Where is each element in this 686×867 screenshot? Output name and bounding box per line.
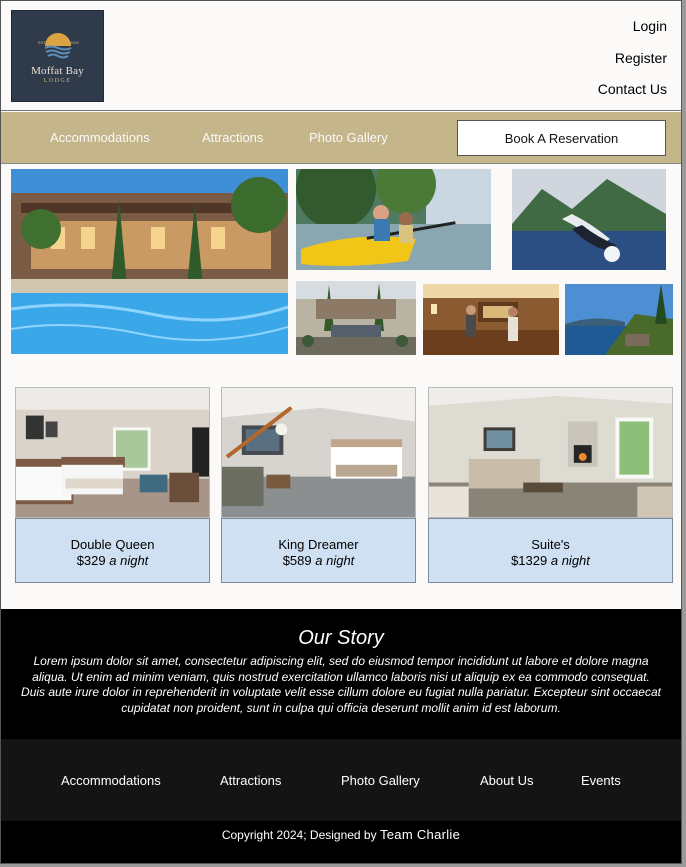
room-price: $589 bbox=[282, 553, 312, 568]
nav-photo-gallery[interactable]: Photo Gallery bbox=[309, 130, 388, 145]
footer-events[interactable]: Events bbox=[581, 773, 621, 788]
room-per-night: a night bbox=[550, 553, 590, 568]
king-dreamer-photo bbox=[221, 387, 416, 518]
team-name: Team Charlie bbox=[379, 827, 461, 842]
register-link[interactable]: Register bbox=[598, 49, 667, 81]
room-price: $329 bbox=[76, 553, 106, 568]
room-price: $1329 bbox=[511, 553, 548, 568]
courtyard-photo bbox=[296, 281, 416, 355]
room-per-night: a night bbox=[315, 553, 355, 568]
room-name: King Dreamer bbox=[278, 537, 359, 552]
book-reservation-button[interactable]: Book A Reservation bbox=[457, 120, 666, 156]
nav-accommodations[interactable]: Accommodations bbox=[50, 130, 150, 145]
suite-photo bbox=[428, 387, 673, 518]
double-queen-photo bbox=[15, 387, 210, 518]
logo-est-left: EST bbox=[38, 40, 46, 45]
room-name: Double Queen bbox=[70, 537, 155, 552]
room-card-suites[interactable]: Suite's $1329 a night bbox=[428, 518, 673, 583]
our-story-section: Our Story Lorem ipsum dolor sit amet, co… bbox=[1, 609, 681, 739]
footer-attractions[interactable]: Attractions bbox=[220, 773, 281, 788]
footer-photo-gallery[interactable]: Photo Gallery bbox=[341, 773, 420, 788]
moffat-bay-logo[interactable]: EST 2024 Moffat Bay LODGE bbox=[11, 10, 104, 102]
contact-us-link[interactable]: Contact Us bbox=[598, 80, 667, 112]
room-name: Suite's bbox=[531, 537, 570, 552]
page: EST 2024 Moffat Bay LODGE Login Register… bbox=[0, 0, 682, 864]
logo-subtitle: LODGE bbox=[43, 77, 72, 84]
copyright-text: Copyright 2024; Designed by bbox=[221, 828, 377, 842]
room-card-king-dreamer[interactable]: King Dreamer $589 a night bbox=[221, 518, 416, 583]
login-link[interactable]: Login bbox=[598, 17, 667, 49]
logo-est-right: 2024 bbox=[70, 40, 80, 45]
lake-view-photo bbox=[565, 284, 673, 355]
room-price-line: $329 a night bbox=[16, 553, 209, 569]
room-card-double-queen[interactable]: Double Queen $329 a night bbox=[15, 518, 210, 583]
copyright-bar: Copyright 2024; Designed by Team Charlie bbox=[1, 821, 681, 863]
footer-nav: Accommodations Attractions Photo Gallery… bbox=[1, 739, 681, 821]
sunset-water-icon: EST 2024 bbox=[38, 32, 80, 60]
front-desk-photo bbox=[423, 284, 559, 355]
account-links: Login Register Contact Us bbox=[598, 17, 667, 112]
whale-breach-photo bbox=[512, 169, 666, 270]
footer-about-us[interactable]: About Us bbox=[480, 773, 533, 788]
room-price-line: $589 a night bbox=[222, 553, 415, 569]
room-per-night: a night bbox=[109, 553, 149, 568]
logo-name: Moffat Bay bbox=[31, 64, 84, 77]
room-price-line: $1329 a night bbox=[429, 553, 672, 569]
footer-accommodations[interactable]: Accommodations bbox=[61, 773, 161, 788]
lodge-pool-photo bbox=[11, 169, 288, 354]
kayaking-photo bbox=[296, 169, 491, 270]
story-text: Lorem ipsum dolor sit amet, consectetur … bbox=[21, 654, 661, 715]
main-nav: Accommodations Attractions Photo Gallery… bbox=[1, 112, 681, 164]
site-header: EST 2024 Moffat Bay LODGE Login Register… bbox=[1, 1, 681, 111]
nav-attractions[interactable]: Attractions bbox=[202, 130, 263, 145]
story-title: Our Story bbox=[298, 627, 384, 649]
